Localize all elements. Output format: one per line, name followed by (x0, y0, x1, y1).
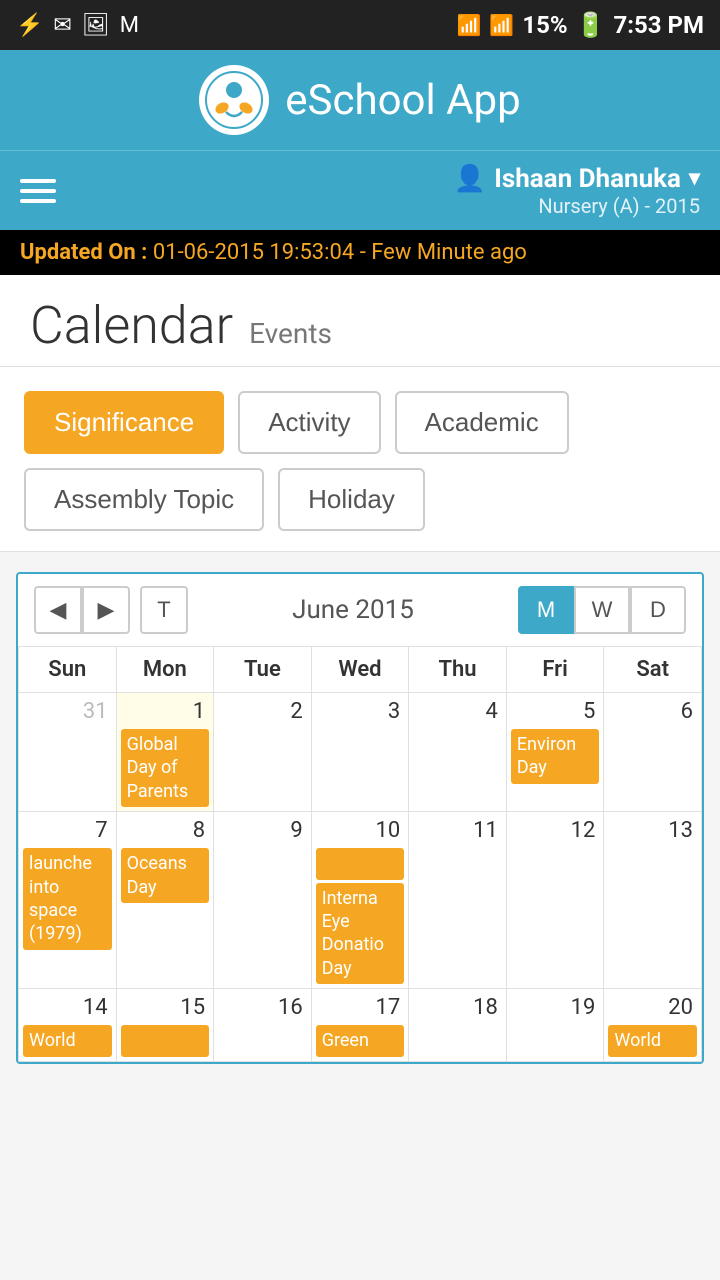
cal-cell[interactable]: 15 (116, 989, 214, 1061)
event-tag (121, 1025, 210, 1056)
next-month-button[interactable]: ▶ (82, 586, 130, 634)
page-subtitle: Events (249, 317, 332, 350)
sub-header: 👤 Ishaan Dhanuka ▾ Nursery (A) - 2015 (0, 150, 720, 230)
prev-month-button[interactable]: ◀ (34, 586, 82, 634)
weekday-tue: Tue (214, 647, 312, 693)
weekday-mon: Mon (116, 647, 214, 693)
cal-cell[interactable]: 2 (214, 693, 312, 812)
signal-icon: 📶 (489, 13, 514, 37)
update-bar: Updated On : 01-06-2015 19:53:04 - Few M… (0, 230, 720, 275)
battery-icon: 🔋 (576, 11, 606, 39)
cal-cell[interactable]: 4 (409, 693, 507, 812)
user-name-row[interactable]: 👤 Ishaan Dhanuka ▾ (454, 164, 700, 194)
weekday-fri: Fri (506, 647, 604, 693)
event-tag: launche into space (1979) (23, 848, 112, 950)
weekday-sun: Sun (19, 647, 117, 693)
weekday-wed: Wed (311, 647, 409, 693)
gmail-icon: M (120, 13, 139, 38)
status-left-icons: ⚡ ✉ 🖼 M (16, 13, 139, 38)
wifi-icon: 📶 (457, 13, 482, 37)
cal-cell[interactable]: 19 (506, 989, 604, 1061)
filter-holiday[interactable]: Holiday (278, 468, 425, 531)
filter-assembly[interactable]: Assembly Topic (24, 468, 264, 531)
cal-cell[interactable]: 17 Green (311, 989, 409, 1061)
user-icon: 👤 (454, 164, 486, 194)
table-row: 31 1 Global Day of Parents 2 3 4 5 Envir (19, 693, 702, 812)
hamburger-menu[interactable] (20, 179, 56, 203)
status-bar: ⚡ ✉ 🖼 M 📶 📶 15% 🔋 7:53 PM (0, 0, 720, 50)
cal-cell[interactable]: 14 World (19, 989, 117, 1061)
clock: 7:53 PM (613, 11, 704, 39)
month-view-button[interactable]: M (518, 586, 574, 634)
cal-cell[interactable]: 12 (506, 812, 604, 989)
user-name-text: Ishaan Dhanuka (494, 164, 681, 194)
view-buttons: M W D (518, 586, 686, 634)
event-tag: Interna Eye Donatio Day (316, 883, 405, 985)
calendar-nav: ◀ ▶ T June 2015 M W D (18, 574, 702, 646)
event-tag: Green (316, 1025, 405, 1056)
calendar-table: Sun Mon Tue Wed Thu Fri Sat 31 1 Global … (18, 646, 702, 1062)
calendar-container: ◀ ▶ T June 2015 M W D Sun Mon Tue Wed Th… (16, 572, 704, 1064)
weekday-thu: Thu (409, 647, 507, 693)
update-label: Updated On : (20, 240, 147, 265)
app-logo (199, 65, 269, 135)
cal-cell[interactable]: 10 Interna Eye Donatio Day (311, 812, 409, 989)
update-datetime: 01-06-2015 19:53:04 - Few Minute ago (153, 240, 527, 265)
filter-academic[interactable]: Academic (395, 391, 569, 454)
app-header: eSchool App (0, 50, 720, 150)
page-title-bar: Calendar Events (0, 275, 720, 367)
dropdown-arrow-icon: ▾ (689, 166, 700, 191)
cal-cell[interactable]: 3 (311, 693, 409, 812)
email-icon: ✉ (53, 13, 71, 38)
filter-section: Significance Activity Academic Assembly … (0, 367, 720, 552)
event-tag: Environ Day (511, 729, 600, 784)
logo-svg (204, 70, 264, 130)
filter-activity[interactable]: Activity (238, 391, 380, 454)
event-tag: Global Day of Parents (121, 729, 210, 807)
table-row: 14 World 15 16 17 Green 18 1 (19, 989, 702, 1061)
event-tag: World (608, 1025, 697, 1056)
week-view-button[interactable]: W (574, 586, 630, 634)
cal-cell[interactable]: 8 Oceans Day (116, 812, 214, 989)
cal-cell[interactable]: 6 (604, 693, 702, 812)
cal-cell[interactable]: 18 (409, 989, 507, 1061)
nav-arrows: ◀ ▶ (34, 586, 130, 634)
cal-cell[interactable]: 31 (19, 693, 117, 812)
event-tag: World (23, 1025, 112, 1056)
cal-cell[interactable]: 16 (214, 989, 312, 1061)
cal-cell[interactable]: 13 (604, 812, 702, 989)
user-class-text: Nursery (A) - 2015 (454, 194, 700, 218)
table-row: 7 launche into space (1979) 8 Oceans Day… (19, 812, 702, 989)
cal-cell[interactable]: 11 (409, 812, 507, 989)
cal-cell[interactable]: 7 launche into space (1979) (19, 812, 117, 989)
month-label: June 2015 (292, 595, 414, 625)
weekday-sat: Sat (604, 647, 702, 693)
filter-significance[interactable]: Significance (24, 391, 224, 454)
user-info: 👤 Ishaan Dhanuka ▾ Nursery (A) - 2015 (454, 164, 700, 218)
cal-cell[interactable]: 9 (214, 812, 312, 989)
cal-cell[interactable]: 5 Environ Day (506, 693, 604, 812)
event-tag (316, 848, 405, 879)
app-title: eSchool App (285, 76, 520, 125)
status-right-info: 📶 📶 15% 🔋 7:53 PM (457, 11, 705, 39)
day-view-button[interactable]: D (630, 586, 686, 634)
page-title: Calendar (30, 295, 233, 356)
battery-level: 15% (522, 11, 567, 39)
cal-cell[interactable]: 1 Global Day of Parents (116, 693, 214, 812)
image-icon: 🖼 (82, 13, 110, 38)
cal-cell[interactable]: 20 World (604, 989, 702, 1061)
event-tag: Oceans Day (121, 848, 210, 903)
today-button[interactable]: T (140, 586, 188, 634)
usb-icon: ⚡ (16, 13, 43, 38)
